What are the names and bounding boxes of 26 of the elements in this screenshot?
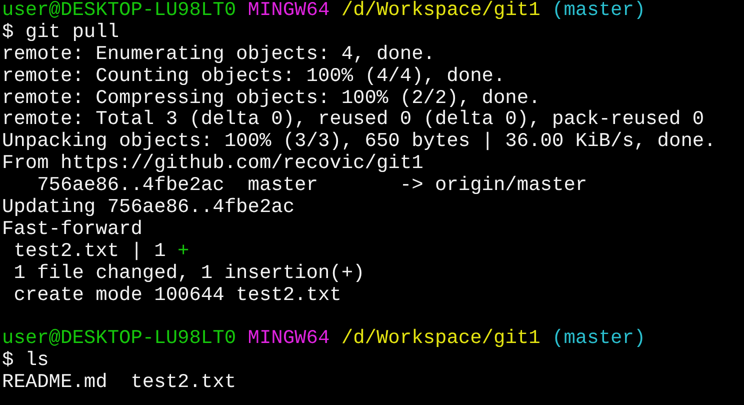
prompt-symbol: $ xyxy=(2,20,14,43)
shell-name: MINGW64 xyxy=(248,327,330,350)
command-text: ls xyxy=(25,349,49,372)
prompt-symbol: $ xyxy=(2,349,14,372)
output-line: From https://github.com/recovic/git1 xyxy=(2,152,424,174)
prompt-user: user@DESKTOP-LU98LT0 xyxy=(2,0,236,21)
branch-name: (master) xyxy=(552,0,646,21)
shell-name: MINGW64 xyxy=(248,0,330,21)
output-line: 1 file changed, 1 insertion(+) xyxy=(12,262,365,284)
directory-path: /d/Workspace/git1 xyxy=(341,327,540,350)
diffstat-text: test2.txt | 1 xyxy=(12,240,167,262)
prompt-user: user@DESKTOP-LU98LT0 xyxy=(2,327,236,350)
command-text: git pull xyxy=(25,20,120,43)
output-line: create mode 100644 test2.txt xyxy=(12,284,342,306)
output-line: remote: Compressing objects: 100% (2/2), done. xyxy=(2,86,540,109)
output-line: Unpacking objects: 100% (3/3), 650 bytes | 36.00 KiB/s, done. xyxy=(2,130,716,152)
directory-path: /d/Workspace/git1 xyxy=(341,0,540,21)
output-line: remote: Counting objects: 100% (4/4), done. xyxy=(2,64,506,87)
output-line: README.md test2.txt xyxy=(2,371,236,394)
output-line: remote: Enumerating objects: 4, done. xyxy=(2,42,435,65)
output-line: Updating 756ae86..4fbe2ac xyxy=(2,196,295,218)
insertion-marker: + xyxy=(178,240,190,262)
branch-name: (master) xyxy=(552,327,646,350)
output-line: remote: Total 3 (delta 0), reused 0 (delta 0), pack-reused 0 xyxy=(2,108,704,130)
output-line: 756ae86..4fbe2ac master -> origin/master xyxy=(36,174,588,196)
output-line: Fast-forward xyxy=(2,218,142,240)
